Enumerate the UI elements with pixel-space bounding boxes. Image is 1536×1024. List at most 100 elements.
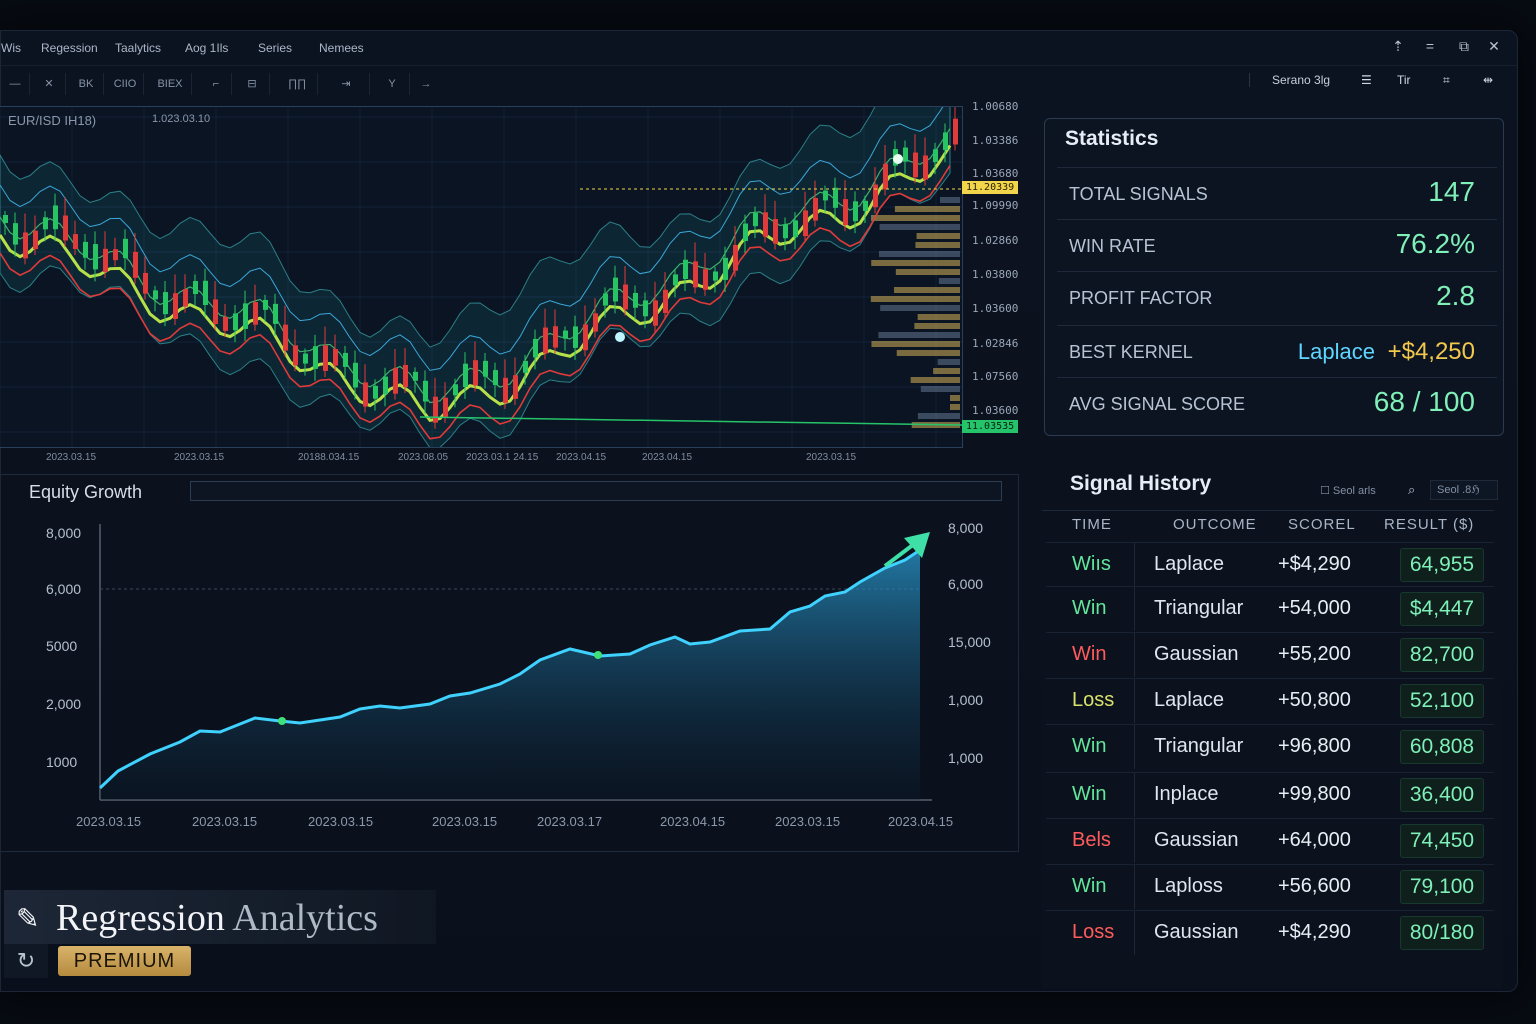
equity-axis-label-left: 1000 [46, 754, 78, 770]
candlestick-chart [0, 107, 962, 447]
restore-icon[interactable]: ⧉ [1453, 38, 1475, 55]
tool-tir[interactable]: Tir [1397, 73, 1411, 87]
tool-line[interactable]: — [1, 73, 30, 95]
table-row[interactable]: Win Gaussian +55,200 82,700 [1046, 632, 1494, 677]
column-header-score[interactable]: SCOREL [1288, 516, 1356, 533]
menu-item-names[interactable]: Nemees [319, 41, 364, 55]
cell-time: Win [1072, 783, 1107, 805]
cell-time: Bels [1072, 829, 1111, 851]
upload-icon[interactable]: ⇡ [1387, 38, 1409, 55]
menu-item-analytics[interactable]: Taalytics [115, 41, 161, 55]
equity-axis-label-x: 2023.03.15 [775, 814, 841, 829]
table-row[interactable]: Loss Gaussian +$4,290 80/180 [1046, 910, 1494, 955]
column-divider [1134, 633, 1135, 677]
equity-axis-label-x: 2023.03.15 [432, 814, 498, 829]
search-field[interactable]: Serano 3lg [1249, 73, 1368, 87]
menu-item-regression[interactable]: Regession [41, 41, 98, 55]
column-header-time[interactable]: TIME [1072, 516, 1112, 533]
stat-value: 147 [1428, 176, 1475, 207]
price-axis-label: 1.03800 [972, 268, 1019, 281]
close-icon[interactable]: ✕ [1483, 38, 1505, 55]
filter-checkbox[interactable]: ☐ Seol arls [1320, 484, 1376, 497]
cell-time: Win [1072, 597, 1107, 619]
table-row[interactable]: Loss Laplace +50,800 52,100 [1046, 678, 1494, 723]
history-search-input[interactable]: Seol .8ℌ [1430, 480, 1498, 500]
price-chart[interactable]: EUR/ISD IH18) 1.023.03.10 [0, 106, 963, 448]
equity-axis-label-x: 2023.03.15 [76, 814, 142, 829]
filter-checkbox-label: Seol arls [1332, 485, 1376, 497]
price-axis-label: 1.02860 [972, 234, 1019, 247]
tool-arrow[interactable]: → [411, 73, 441, 95]
price-axis-label: 1.03680 [972, 167, 1019, 180]
price-chart-panel: EUR/ISD IH18) 1.023.03.10 [0, 106, 1018, 486]
price-axis-label: 1.03600 [972, 404, 1019, 417]
cell-score: +55,200 [1278, 643, 1351, 665]
column-header-result[interactable]: RESULT ($) [1384, 516, 1474, 533]
price-axis-label: 1.02846 [972, 337, 1019, 350]
menu-item-series[interactable]: Series [258, 41, 292, 55]
split-icon[interactable]: ⇹ [1483, 73, 1493, 87]
brand-name-primary: Regression [56, 897, 225, 939]
search-icon[interactable]: ⌕ [1408, 482, 1415, 498]
cell-outcome: Laplace [1154, 553, 1225, 575]
stat-value: 68 / 100 [1373, 386, 1475, 417]
column-header-outcome[interactable]: OUTCOME [1173, 516, 1257, 533]
camera-icon[interactable]: ⌗ [1443, 73, 1450, 88]
tool-fork[interactable]: Y [375, 73, 410, 95]
column-divider [1134, 819, 1135, 863]
cell-score: +50,800 [1278, 689, 1351, 711]
equity-axis-label-x: 2023.04.15 [660, 814, 726, 829]
column-divider [1134, 587, 1135, 631]
brand-banner: ✎ Regression Analytics [4, 890, 436, 944]
cell-time: Win [1072, 735, 1107, 757]
tool-step[interactable]: ⇥ [323, 73, 370, 95]
cell-score: +64,000 [1278, 829, 1351, 851]
menu-icon[interactable]: ☰ [1361, 73, 1372, 87]
stat-label: BEST KERNEL [1069, 342, 1193, 362]
equity-chart [98, 524, 932, 801]
equity-axis-label-x: 2023.04.15 [888, 814, 954, 829]
menu-bar: Wis Regession Taalytics Aog 1Ils Series … [1, 31, 1517, 66]
tool-angle[interactable]: ⌐ [201, 73, 232, 95]
table-row[interactable]: Win Triangular +54,000 $4,447 [1046, 586, 1494, 631]
stat-label: PROFIT FACTOR [1069, 288, 1213, 308]
cell-result: 82,700 [1400, 638, 1484, 672]
table-row[interactable]: Bels Gaussian +64,000 74,450 [1046, 818, 1494, 863]
minimize-icon[interactable]: = [1419, 38, 1441, 54]
tool-bk[interactable]: BK [69, 73, 104, 95]
tool-box[interactable]: ⊟ [235, 73, 270, 95]
cell-result: 52,100 [1400, 684, 1484, 718]
price-axis-label: 1.07560 [972, 370, 1019, 383]
tool-ciio[interactable]: CIIO [107, 73, 144, 95]
refresh-icon[interactable]: ↻ [4, 944, 48, 978]
cell-outcome: Laploss [1154, 875, 1223, 897]
stat-total-signals: TOTAL SIGNALS 147 [1057, 167, 1497, 218]
stat-kernel-name: Laplace [1297, 339, 1375, 364]
stat-avg-score: AVG SIGNAL SCORE 68 / 100 [1057, 377, 1497, 428]
stat-label: AVG SIGNAL SCORE [1069, 394, 1246, 414]
signal-history-title: Signal History [1070, 472, 1212, 495]
menu-item-algorithms[interactable]: Aog 1Ils [185, 41, 228, 55]
equity-axis-label-right: 6,000 [948, 576, 984, 592]
cell-outcome: Inplace [1154, 783, 1219, 805]
price-tag-current: 11.20339 [962, 181, 1019, 194]
menu-item-wis[interactable]: Wis [1, 41, 21, 55]
table-row[interactable]: Win Triangular +96,800 60,808 [1046, 724, 1494, 769]
cell-time: Loss [1072, 689, 1115, 711]
premium-badge: PREMIUM [58, 946, 191, 976]
table-row[interactable]: Win Laploss +56,600 79,100 [1046, 864, 1494, 909]
table-row[interactable]: Wiıs Laplace +$4,290 64,955 [1046, 542, 1494, 587]
cell-time: Win [1072, 875, 1107, 897]
equity-axis-label-right: 8,000 [948, 520, 984, 536]
time-axis-label: 2023.04.15 [642, 452, 693, 463]
price-axis-label: 1.03600 [972, 302, 1019, 315]
tool-bars[interactable]: ∏∏ [277, 73, 318, 95]
column-divider [1134, 865, 1135, 909]
brand-name-secondary: Analytics [232, 897, 378, 939]
cell-outcome: Gaussian [1154, 829, 1239, 851]
price-axis-label: 1.09990 [972, 199, 1019, 212]
stat-value: 2.8 [1436, 280, 1475, 311]
tool-cross[interactable]: ✕ [33, 73, 66, 95]
tool-biex[interactable]: BIEX [149, 73, 192, 95]
table-row[interactable]: Win Inplace +99,800 36,400 [1046, 772, 1494, 817]
